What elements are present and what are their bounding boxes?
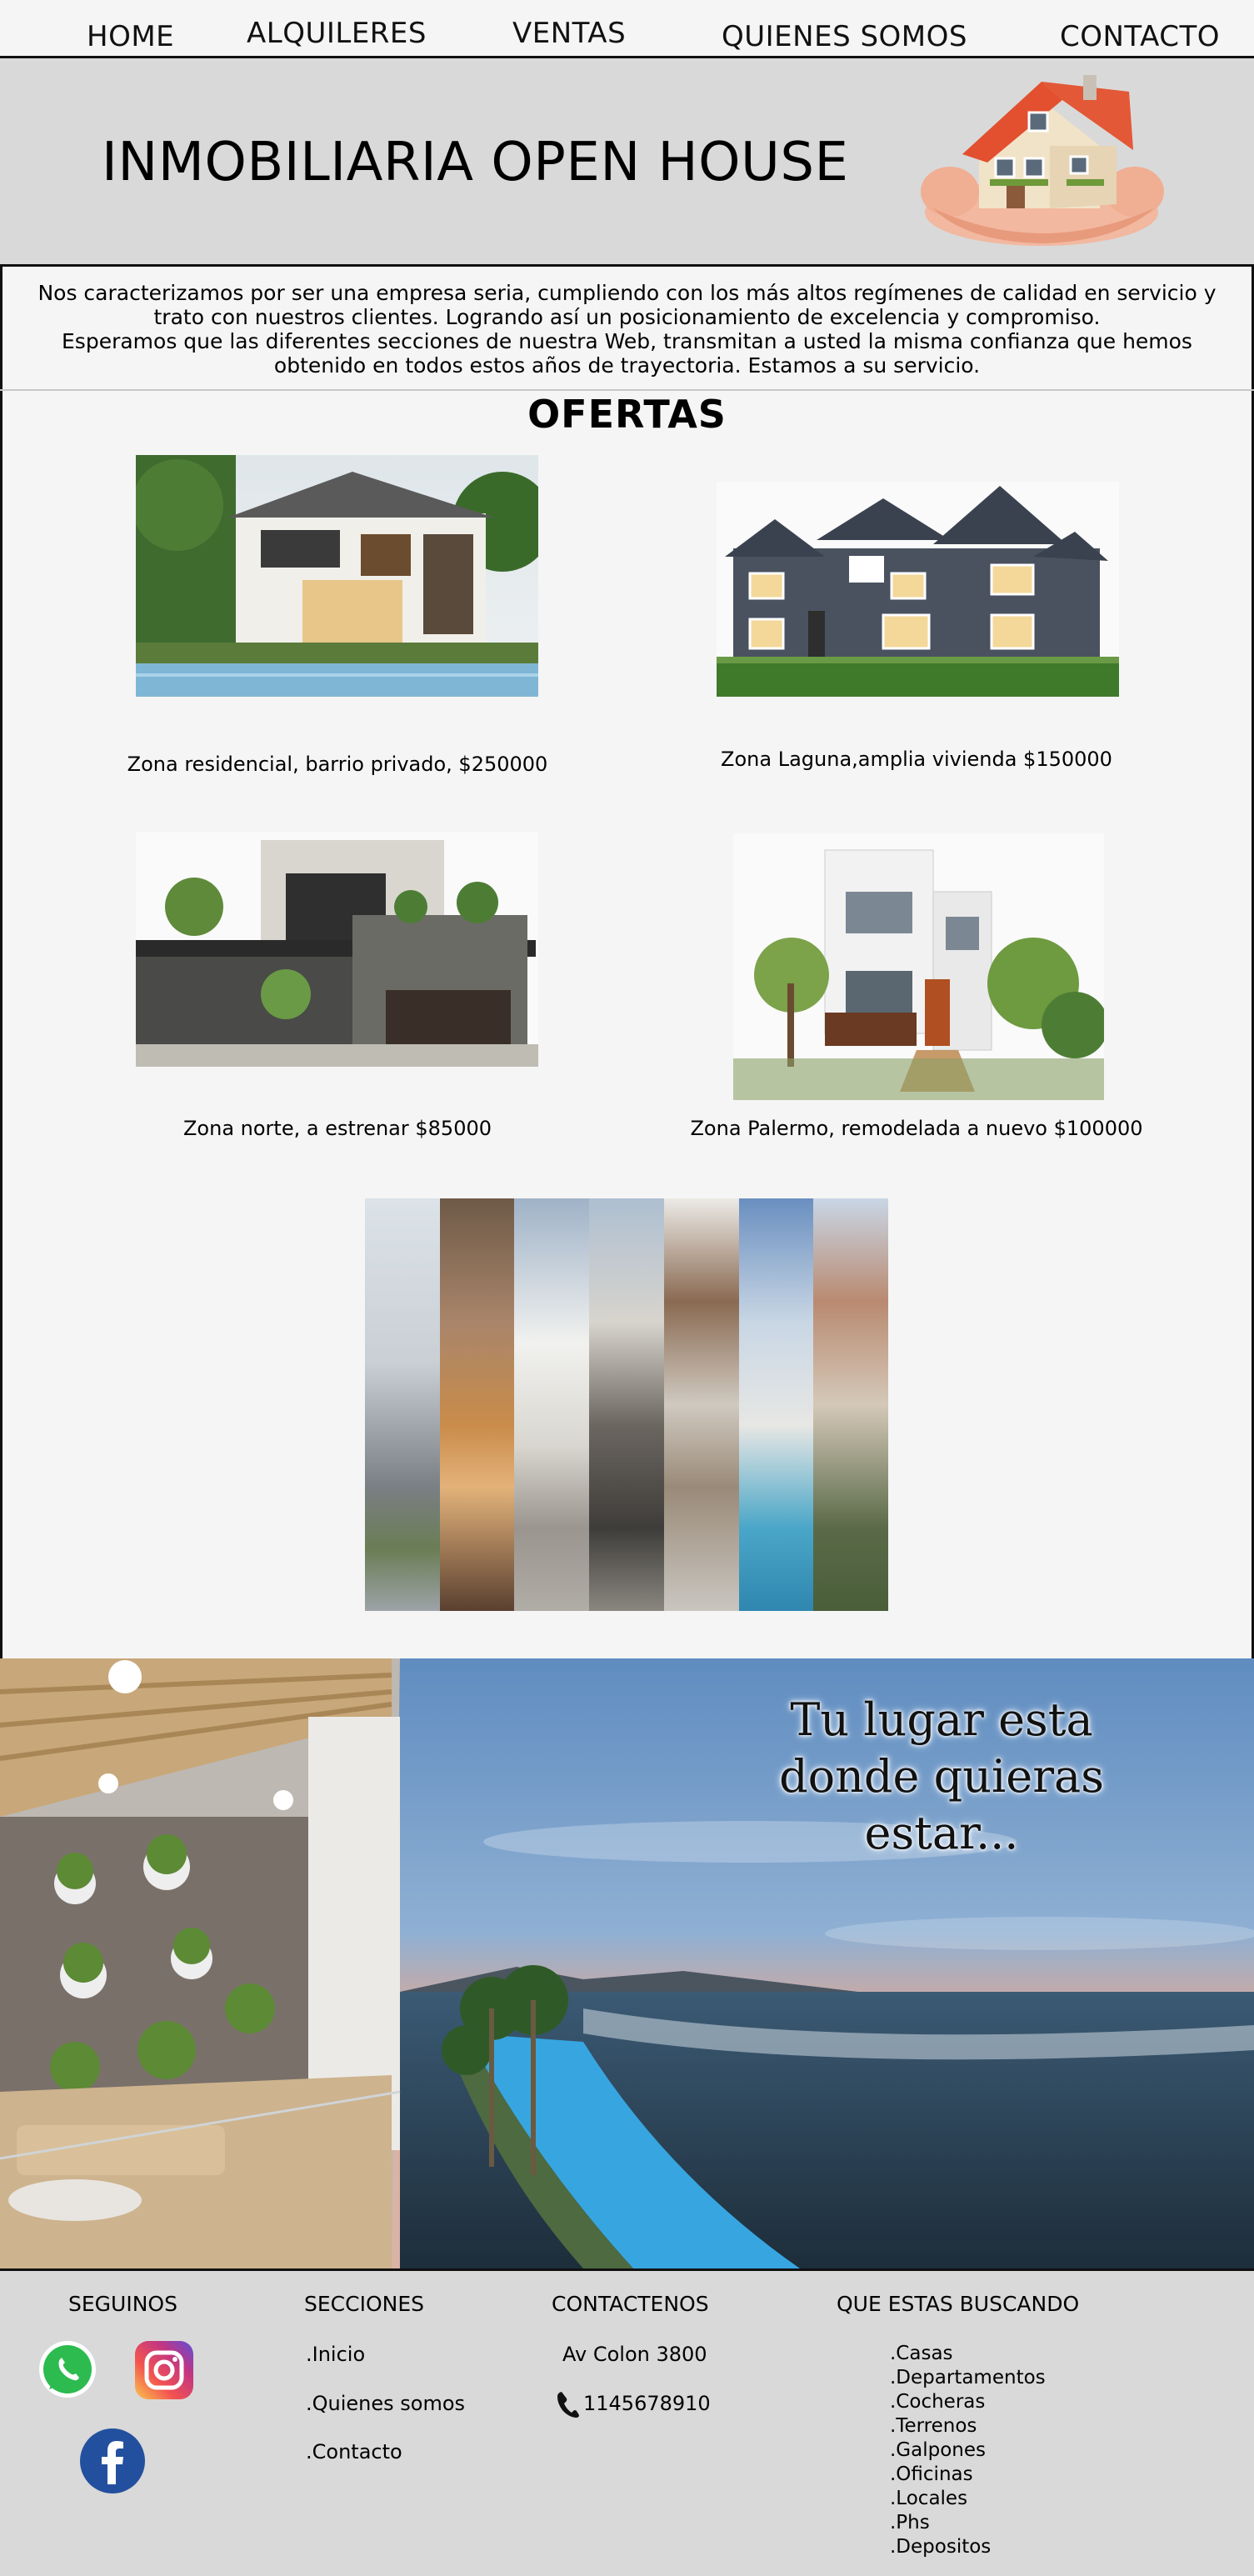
nav-ventas[interactable]: VENTAS	[512, 17, 626, 50]
offer-image-1[interactable]	[136, 455, 538, 697]
intro-paragraph-1: Nos caracterizamos por ser una empresa s…	[37, 281, 1217, 329]
offer-caption-4: Zona Palermo, remodelada a nuevo $100000	[690, 1117, 1143, 1140]
offer-caption-1: Zona residencial, barrio privado, $25000…	[127, 753, 548, 776]
footer-heading-buscando: QUE ESTAS BUSCANDO	[837, 2292, 1080, 2316]
nav-contacto[interactable]: CONTACTO	[1060, 20, 1220, 53]
list-item[interactable]: .Galpones	[890, 2438, 1046, 2463]
whatsapp-icon[interactable]	[37, 2339, 97, 2399]
footer-heading-seguinos: SEGUINOS	[68, 2292, 177, 2316]
list-item[interactable]: .Oficinas	[890, 2463, 1046, 2487]
nav-home[interactable]: HOME	[87, 20, 174, 53]
offer-image-4[interactable]	[733, 833, 1104, 1100]
nav-quienes-somos[interactable]: QUIENES SOMOS	[722, 20, 967, 53]
offer-caption-2: Zona Laguna,amplia vivienda $150000	[721, 748, 1112, 771]
list-item[interactable]: .Casas	[890, 2342, 1046, 2366]
footer-heading-contactenos: CONTACTENOS	[552, 2292, 709, 2316]
hero-slogan: Tu lugar esta donde quieras estar...	[742, 1692, 1142, 1862]
buscando-list: .Casas .Departamentos .Cocheras .Terreno…	[890, 2342, 1046, 2559]
footer-address: Av Colon 3800	[562, 2343, 707, 2366]
phone-icon	[557, 2392, 579, 2418]
hero-slogan-line-3: estar...	[864, 1807, 1019, 1859]
house-in-hands-icon	[921, 75, 1164, 246]
offer-image-3[interactable]	[136, 832, 538, 1067]
intro-text: Nos caracterizamos por ser una empresa s…	[33, 281, 1221, 378]
footer-link-quienes-somos[interactable]: .Quienes somos	[306, 2392, 465, 2415]
hero-banner: Tu lugar esta donde quieras estar...	[0, 1658, 1254, 2268]
hero-slogan-line-2: donde quieras	[779, 1750, 1104, 1803]
top-nav: HOME ALQUILERES VENTAS QUIENES SOMOS CON…	[0, 0, 1254, 58]
nav-alquileres[interactable]: ALQUILERES	[247, 17, 427, 50]
intro-paragraph-2: Esperamos que las diferentes secciones d…	[62, 329, 1192, 378]
list-item[interactable]: .Depositos	[890, 2535, 1046, 2559]
hero-slogan-line-1: Tu lugar esta	[790, 1693, 1093, 1746]
list-item[interactable]: .Terrenos	[890, 2414, 1046, 2438]
list-item[interactable]: .Departamentos	[890, 2366, 1046, 2390]
footer-phone[interactable]: 1145678910	[583, 2392, 711, 2415]
header-banner: INMOBILIARIA OPEN HOUSE	[0, 58, 1254, 267]
footer: SEGUINOS SECCIONES CONTACTENOS QUE ESTAS…	[0, 2268, 1254, 2576]
facebook-icon[interactable]	[79, 2428, 146, 2494]
ofertas-title: OFERTAS	[527, 392, 727, 437]
offer-caption-3: Zona norte, a estrenar $85000	[182, 1117, 492, 1140]
properties-collage[interactable]	[365, 1198, 889, 1611]
page-title: INMOBILIARIA OPEN HOUSE	[102, 132, 849, 193]
list-item[interactable]: .Locales	[890, 2487, 1046, 2511]
instagram-icon[interactable]	[133, 2341, 195, 2399]
footer-link-contacto[interactable]: .Contacto	[306, 2440, 402, 2463]
list-item[interactable]: .Phs	[890, 2511, 1046, 2535]
list-item[interactable]: .Cocheras	[890, 2390, 1046, 2414]
offer-image-2[interactable]	[717, 482, 1119, 697]
divider	[0, 389, 1254, 391]
footer-link-inicio[interactable]: .Inicio	[306, 2343, 365, 2366]
footer-heading-secciones: SECCIONES	[304, 2292, 424, 2316]
